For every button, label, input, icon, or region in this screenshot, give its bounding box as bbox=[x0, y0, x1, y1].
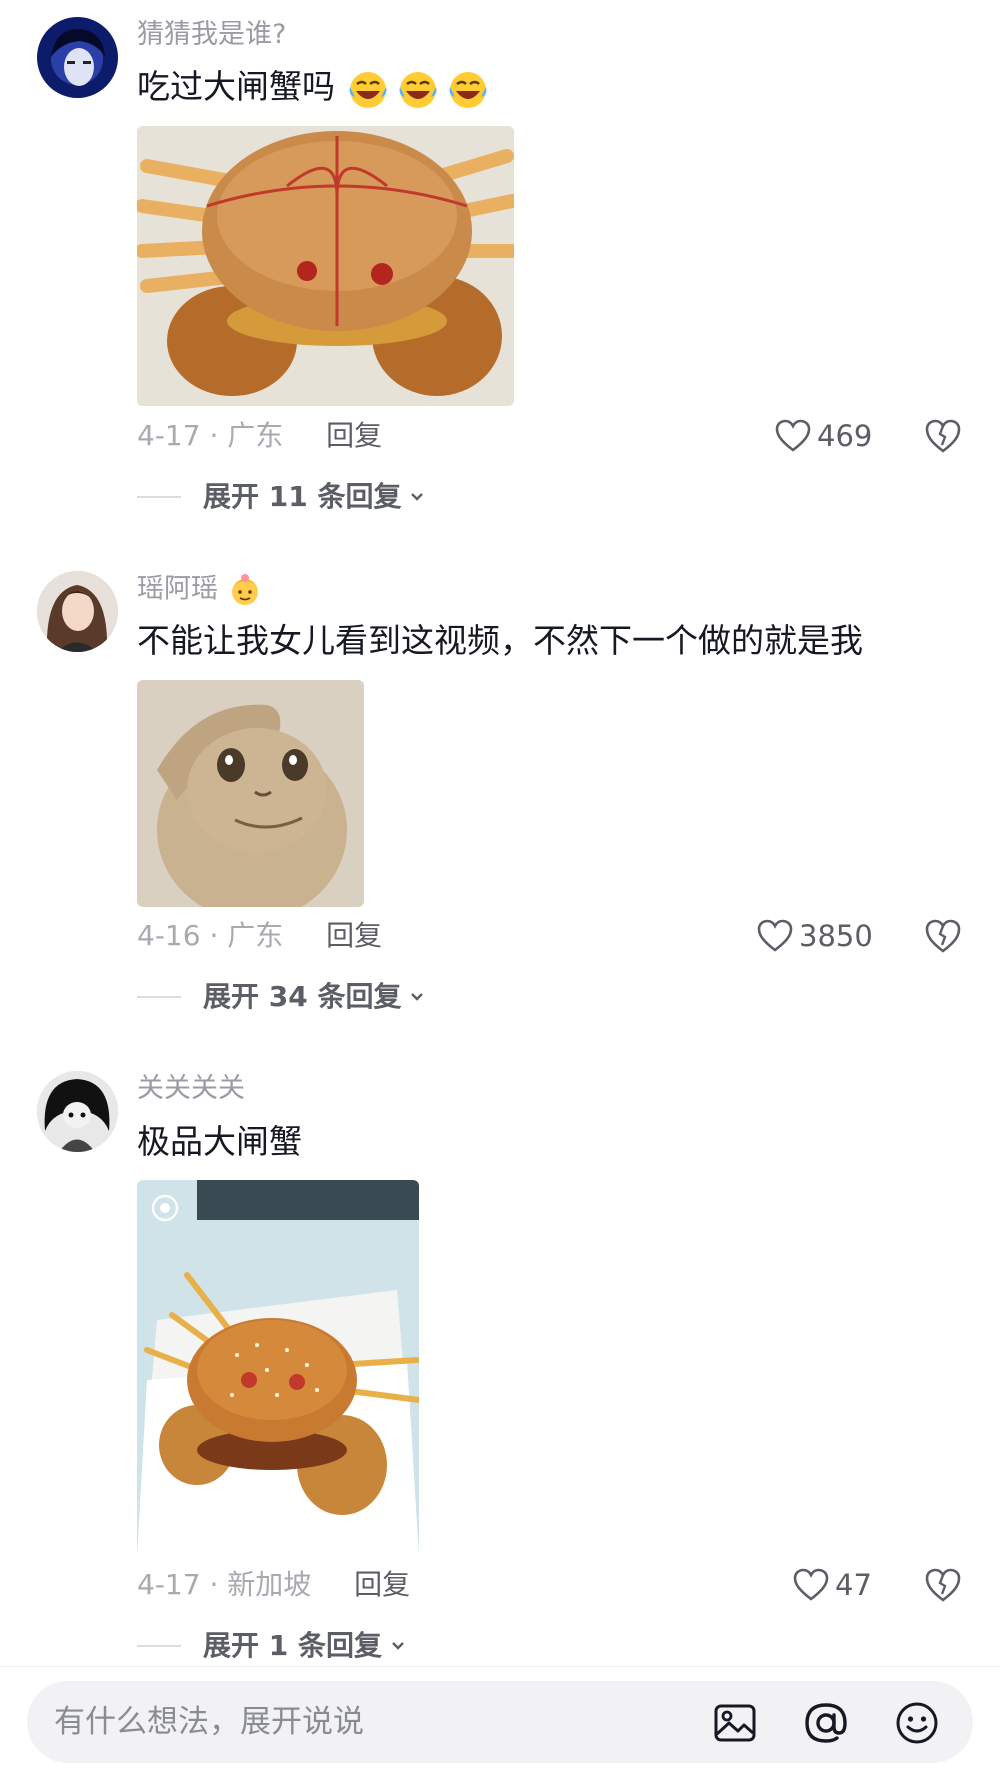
dislike-button[interactable] bbox=[924, 1567, 962, 1603]
divider bbox=[137, 496, 181, 498]
comment-input[interactable]: 有什么想法，展开说说 bbox=[27, 1681, 973, 1763]
comment-text: 不能让我女儿看到这视频，不然下一个做的就是我 bbox=[137, 621, 863, 660]
reply-button[interactable]: 回复 bbox=[326, 919, 382, 952]
comment-image-crab-burger[interactable] bbox=[137, 126, 514, 406]
comment-input-bar: 有什么想法，展开说说 bbox=[0, 1666, 1000, 1778]
chevron-down-icon bbox=[411, 993, 424, 1001]
heart-icon bbox=[793, 1568, 829, 1601]
comment-text: 极品大闸蟹 bbox=[137, 1122, 302, 1161]
comment-text-body: 吃过大闸蟹吗 bbox=[137, 67, 335, 106]
comment-location: 广东 bbox=[227, 919, 284, 952]
comment-username: 瑶阿瑶 bbox=[137, 572, 263, 608]
heart-icon bbox=[757, 919, 793, 952]
like-count: 469 bbox=[817, 419, 873, 453]
reply-button[interactable]: 回复 bbox=[354, 1568, 410, 1601]
comment-meta: 4-16 · 广东 回复 bbox=[137, 919, 383, 952]
chevron-down-icon bbox=[392, 1642, 404, 1650]
like-button[interactable]: 47 bbox=[793, 1567, 872, 1603]
baby-girl-emoji-icon bbox=[227, 572, 263, 608]
comment-username[interactable]: 关关关关 bbox=[137, 1072, 245, 1106]
expand-replies[interactable]: 展开 1 条回复 bbox=[137, 1628, 406, 1664]
laughing-emoji-icon bbox=[346, 67, 390, 111]
avatar[interactable] bbox=[37, 17, 118, 98]
comment-date: 4-17 bbox=[137, 1568, 201, 1601]
divider bbox=[137, 996, 181, 998]
chevron-down-icon bbox=[411, 493, 424, 501]
like-count: 3850 bbox=[799, 919, 873, 953]
at-icon[interactable] bbox=[804, 1701, 848, 1745]
expand-replies-label: 展开 34 条回复 bbox=[203, 980, 402, 1013]
comment-meta: 4-17 · 广东 回复 bbox=[137, 419, 383, 452]
laughing-emoji-icon bbox=[446, 67, 490, 111]
broken-heart-icon bbox=[925, 919, 961, 953]
like-button[interactable]: 3850 bbox=[757, 918, 873, 954]
heart-icon bbox=[775, 419, 811, 452]
comment-image-crab-burger-box[interactable] bbox=[137, 1180, 419, 1557]
expand-replies-label: 展开 11 条回复 bbox=[203, 480, 402, 513]
comment-input-placeholder: 有什么想法，展开说说 bbox=[54, 1704, 364, 1740]
avatar[interactable] bbox=[37, 1071, 118, 1152]
dislike-button[interactable] bbox=[924, 918, 962, 954]
expand-replies[interactable]: 展开 11 条回复 bbox=[137, 479, 425, 515]
expand-replies[interactable]: 展开 34 条回复 bbox=[137, 979, 425, 1015]
laughing-emoji-icon bbox=[396, 67, 440, 111]
image-icon[interactable] bbox=[713, 1701, 757, 1745]
broken-heart-icon bbox=[925, 419, 961, 453]
comment-text: 吃过大闸蟹吗 bbox=[137, 66, 490, 111]
expand-replies-label: 展开 1 条回复 bbox=[203, 1629, 382, 1662]
comment-location: 新加坡 bbox=[227, 1568, 312, 1601]
comment-date: 4-16 bbox=[137, 919, 201, 952]
divider bbox=[137, 1645, 181, 1647]
reply-button[interactable]: 回复 bbox=[326, 419, 382, 452]
broken-heart-icon bbox=[925, 1568, 961, 1602]
username-text[interactable]: 瑶阿瑶 bbox=[137, 574, 218, 605]
like-count: 47 bbox=[835, 1568, 872, 1602]
emoji-icon[interactable] bbox=[895, 1701, 939, 1745]
comment-location: 广东 bbox=[227, 419, 284, 452]
like-button[interactable]: 469 bbox=[775, 418, 872, 454]
comment-meta: 4-17 · 新加坡 回复 bbox=[137, 1568, 411, 1601]
comment-username[interactable]: 猜猜我是谁? bbox=[137, 18, 286, 52]
comment-date: 4-17 bbox=[137, 419, 201, 452]
avatar[interactable] bbox=[37, 571, 118, 652]
dislike-button[interactable] bbox=[924, 418, 962, 454]
comment-image-cat-meme[interactable] bbox=[137, 680, 364, 907]
